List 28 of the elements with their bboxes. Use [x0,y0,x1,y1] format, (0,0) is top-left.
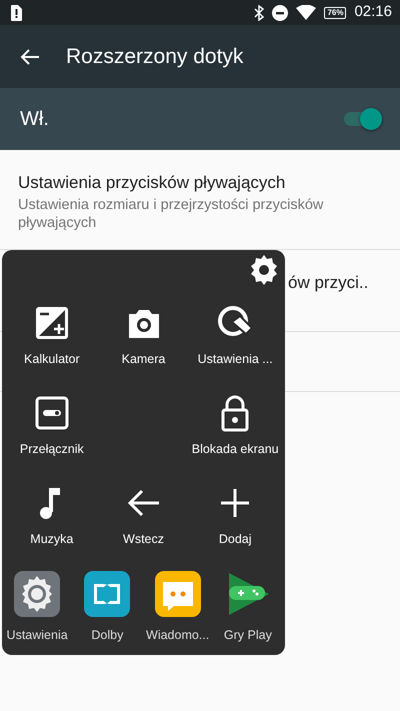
dolby-app-icon[interactable] [83,570,132,618]
app-label: Dolby [91,627,124,644]
shortcut-label: Muzyka [30,531,74,548]
shortcut-label: Blokada ekranu [192,441,279,458]
wifi-icon [296,5,316,20]
shortcut-label: Kamera [122,351,166,368]
shortcut-label: Dodaj [218,531,252,548]
bluetooth-icon [254,4,264,20]
settings-app-icon[interactable] [13,570,62,618]
clock: 02:16 [354,2,392,22]
shortcut-label: Ustawienia ... [198,351,273,368]
sim-alert-icon [10,4,22,20]
toggle-icon[interactable] [32,394,71,432]
messages-app-icon[interactable] [154,570,202,618]
app-label: Wiadomo... [146,627,210,644]
shortcut-label: Kalkulator [24,351,80,368]
back-arrow-icon[interactable] [20,48,40,66]
switch-label: Wł. [20,107,49,132]
item-title: Ustawienia przycisków pływających [18,172,286,194]
do-not-disturb-icon [272,4,288,20]
battery-level: 76% [324,6,346,18]
app-label: Gry Play [224,627,272,644]
shortcut-label: Wstecz [123,531,164,548]
screen-title: Rozszerzony dotyk [66,44,244,70]
app-label: Ustawienia [6,627,68,644]
item-title: ów przyci.. [288,272,370,294]
item-subtitle: Ustawienia rozmiaru i przejrzystości przycisków pływających [18,196,324,232]
shortcut-label: Przełącznik [20,441,84,458]
